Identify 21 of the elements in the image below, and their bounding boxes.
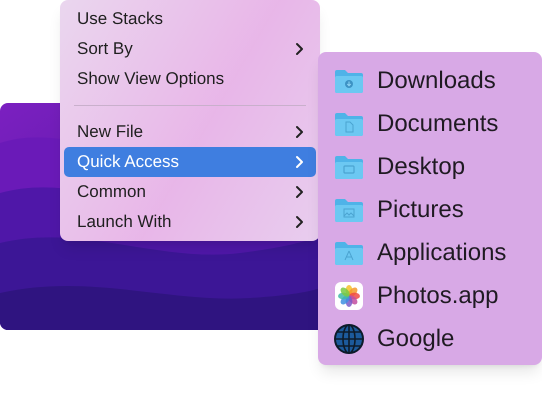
picture-folder-icon [334,196,364,222]
menu-item[interactable]: Sort By [64,34,316,64]
globe-icon [334,324,364,354]
submenu-item[interactable]: Google [334,317,526,360]
applications-folder-icon [334,240,364,266]
photos-app-icon [335,282,363,310]
menu-item[interactable]: Quick Access [64,147,316,177]
submenu-item[interactable]: Photos.app [334,274,526,317]
desktop-folder-icon [334,154,364,180]
menu-item[interactable]: Show View Options [64,64,316,94]
download-folder-icon [334,68,364,94]
submenu-item[interactable]: Applications [334,231,526,274]
menu-item[interactable]: Use Stacks [64,4,316,34]
submenu-item[interactable]: Pictures [334,188,526,231]
document-folder-icon [334,110,364,136]
menu-item[interactable]: Common [64,177,316,207]
submenu-item[interactable]: Desktop [334,145,526,188]
submenu-item[interactable]: Downloads [334,59,526,102]
menu-item[interactable]: Launch With [64,207,316,237]
menu-item[interactable]: New File [64,117,316,147]
submenu-item[interactable]: Documents [334,102,526,145]
